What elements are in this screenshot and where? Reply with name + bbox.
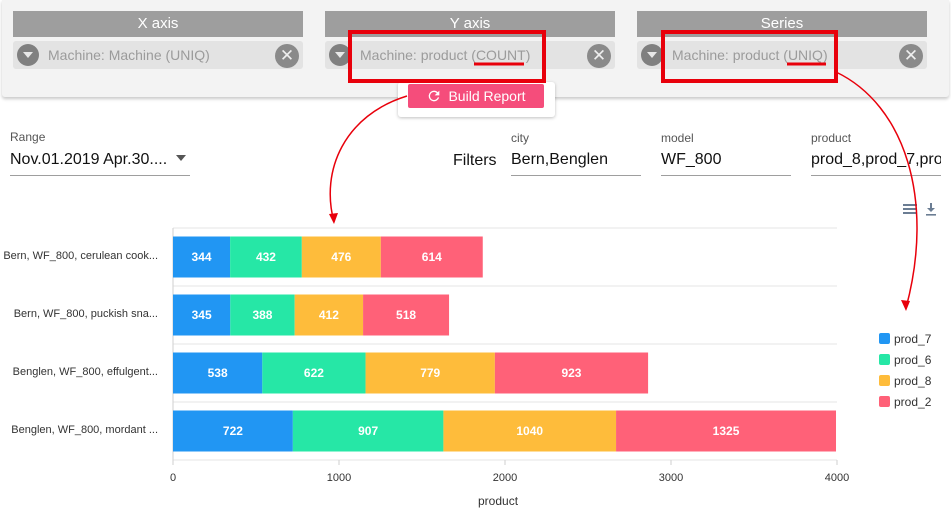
- series-value: Machine: product (UNIQ): [672, 47, 828, 63]
- chevron-down-icon[interactable]: [17, 44, 39, 66]
- y-axis-select[interactable]: Machine: product (COUNT) ✕: [325, 41, 615, 69]
- bar-data-label: 722: [223, 424, 243, 438]
- range-label: Range: [10, 130, 46, 144]
- close-icon[interactable]: ✕: [275, 44, 299, 68]
- legend-label: prod_6: [894, 353, 932, 367]
- city-field[interactable]: Bern,Benglen: [511, 150, 641, 176]
- bar-data-label: 345: [192, 308, 212, 322]
- bar-data-label: 432: [256, 250, 276, 264]
- category-label: Benglen, WF_800, effulgent...: [12, 366, 158, 378]
- legend-label: prod_8: [894, 374, 932, 388]
- y-axis-header: Y axis: [325, 11, 615, 37]
- bar-data-label: 518: [396, 308, 416, 322]
- bar-data-label: 1325: [713, 424, 740, 438]
- y-axis-panel: Y axis Machine: product (COUNT) ✕: [325, 11, 615, 70]
- chevron-down-icon[interactable]: [176, 155, 186, 161]
- x-tick-label: 1000: [326, 472, 352, 484]
- category-label: Benglen, WF_800, mordant ...: [11, 424, 158, 436]
- x-tick-label: 2000: [492, 472, 518, 484]
- bar-data-label: 476: [331, 250, 351, 264]
- legend-swatch: [879, 354, 890, 365]
- filters-title: Filters: [453, 152, 497, 169]
- model-field[interactable]: WF_800: [661, 150, 791, 176]
- close-icon[interactable]: ✕: [587, 44, 611, 68]
- chevron-down-icon[interactable]: [641, 44, 663, 66]
- category-label: Bern, WF_800, cerulean cook...: [3, 250, 158, 262]
- bar-data-label: 1040: [516, 424, 543, 438]
- legend-swatch: [879, 396, 890, 407]
- bar-data-label: 388: [252, 308, 272, 322]
- category-label: Bern, WF_800, puckish sna...: [13, 308, 158, 320]
- legend-swatch: [879, 333, 890, 344]
- bar-data-label: 614: [422, 250, 442, 264]
- build-report-container: Build Report: [398, 82, 555, 117]
- bar-data-label: 907: [358, 424, 378, 438]
- series-header: Series: [637, 11, 927, 37]
- build-report-button[interactable]: Build Report: [408, 84, 544, 108]
- x-tick-label: 3000: [658, 472, 684, 484]
- product-label: product: [811, 131, 852, 145]
- product-field[interactable]: prod_8,prod_7,prod: [811, 150, 941, 176]
- x-axis-header: X axis: [13, 11, 303, 37]
- y-axis-value: Machine: product (COUNT): [360, 47, 531, 63]
- build-report-label: Build Report: [448, 88, 526, 104]
- bar-data-label: 538: [208, 366, 228, 380]
- legend-label: prod_2: [894, 395, 932, 409]
- bar-data-label: 923: [561, 366, 581, 380]
- range-select[interactable]: Nov.01.2019 Apr.30....: [10, 150, 190, 176]
- chevron-down-icon[interactable]: [329, 44, 351, 66]
- series-panel: Series Machine: product (UNIQ) ✕: [637, 11, 927, 70]
- bar-data-label: 344: [192, 250, 212, 264]
- x-axis-value: Machine: Machine (UNIQ): [48, 47, 210, 63]
- x-tick-label: 0: [169, 472, 177, 484]
- x-axis-title: product: [478, 494, 519, 508]
- bar-data-label: 779: [420, 366, 440, 380]
- close-icon[interactable]: ✕: [899, 44, 923, 68]
- series-select[interactable]: Machine: product (UNIQ) ✕: [637, 41, 927, 69]
- city-label: city: [511, 131, 529, 145]
- bar-data-label: 622: [304, 366, 324, 380]
- x-axis-panel: X axis Machine: Machine (UNIQ) ✕: [13, 11, 303, 70]
- model-label: model: [661, 131, 694, 145]
- legend-label: prod_7: [894, 332, 932, 346]
- x-tick-label: 4000: [824, 472, 850, 484]
- bar-data-label: 412: [319, 308, 339, 322]
- stacked-bar-chart: 344 432 476 614 345 388 412 518 538 622 779 923 722 9…: [172, 227, 838, 465]
- legend-swatch: [879, 375, 890, 386]
- x-axis-select[interactable]: Machine: Machine (UNIQ) ✕: [13, 41, 303, 69]
- refresh-icon: [429, 90, 440, 102]
